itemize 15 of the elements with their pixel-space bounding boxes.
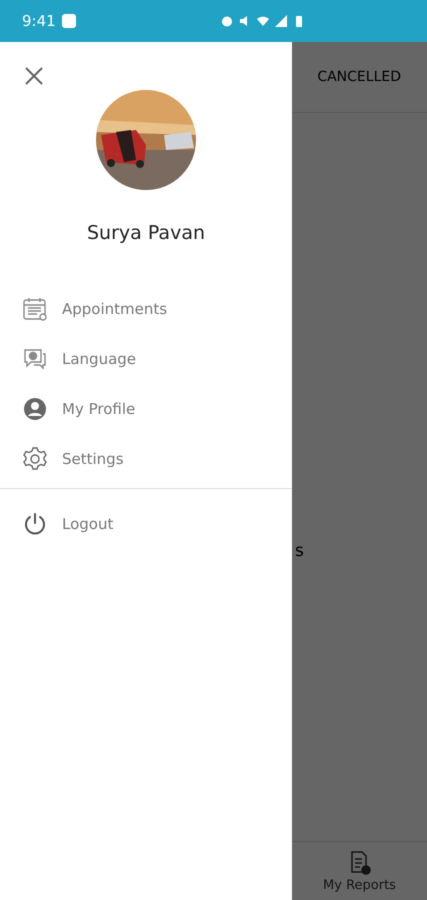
text-fragment: s: [295, 541, 304, 561]
wifi-icon: [257, 15, 269, 27]
menu-item[interactable]: Settings: [0, 438, 292, 480]
nav-item[interactable]: My Reports: [292, 842, 427, 900]
power-icon: [22, 511, 48, 537]
menu-item[interactable]: Logout: [0, 503, 136, 545]
profile-icon: [22, 396, 48, 422]
user-name: Surya Pavan: [86, 222, 206, 244]
menu-item[interactable]: Language: [0, 338, 292, 380]
menu-item[interactable]: Appointments: [0, 288, 292, 330]
settings-icon: [22, 446, 48, 472]
status-time: 9:41: [22, 12, 56, 30]
calendar-icon: [22, 296, 48, 322]
menu-item[interactable]: My Profile: [0, 388, 292, 430]
tab-label: CANCELLED: [317, 69, 401, 85]
